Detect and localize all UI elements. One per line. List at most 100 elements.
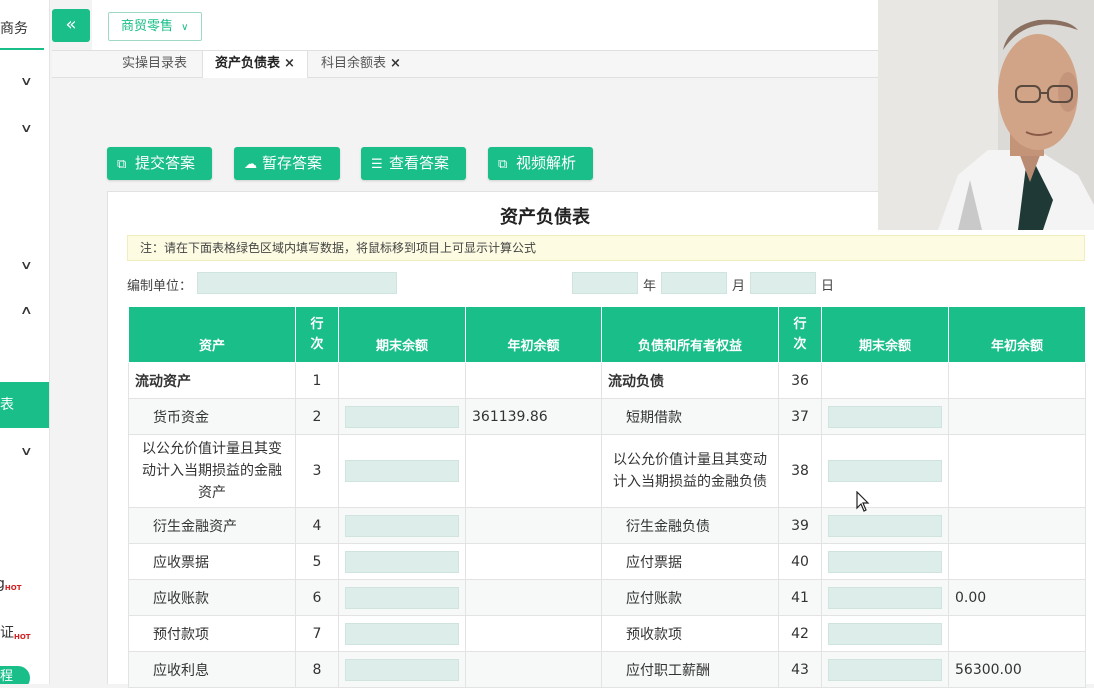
- collapse-sidebar-button[interactable]: «: [52, 9, 90, 42]
- liability-item: 应付账款: [601, 579, 779, 616]
- liability-item: 预收款项: [601, 615, 779, 652]
- table-row: 货币资金 2 361139.86 短期借款 37: [128, 398, 1086, 435]
- asset-item: 预付款项: [128, 615, 296, 652]
- asset-end-balance: [338, 434, 466, 508]
- year-input[interactable]: [572, 272, 638, 294]
- save-draft-button[interactable]: ☁ 暂存答案: [234, 147, 340, 180]
- asset-begin-balance: [465, 651, 602, 688]
- row-number: 39: [778, 507, 822, 544]
- asset-end-balance-input[interactable]: [345, 550, 459, 573]
- tab-account-balance[interactable]: 科目余额表 ×: [309, 51, 413, 78]
- store-type-select[interactable]: 商贸零售 ∨: [108, 12, 202, 41]
- liability-end-balance-input[interactable]: [828, 514, 942, 537]
- liability-end-balance: [821, 543, 949, 580]
- chevron-down-icon[interactable]: ∨: [20, 258, 33, 272]
- double-chevron-left-icon: «: [65, 14, 77, 35]
- asset-begin-balance: [465, 579, 602, 616]
- table-row: 衍生金融资产 4 衍生金融负债 39: [128, 507, 1086, 544]
- liability-end-balance-input[interactable]: [828, 622, 942, 645]
- liability-item: 衍生金融负债: [601, 507, 779, 544]
- asset-begin-balance: [465, 543, 602, 580]
- close-icon[interactable]: ×: [284, 56, 295, 71]
- row-number: 40: [778, 543, 822, 580]
- liability-end-balance-input[interactable]: [828, 658, 942, 681]
- tab-balance-sheet[interactable]: 资产负债表 ×: [202, 51, 308, 78]
- tab-label: 科目余额表: [321, 56, 387, 71]
- presenter-video-image: [878, 0, 1094, 230]
- sidebar-bottom-pill[interactable]: 程: [0, 666, 30, 684]
- row-number: 43: [778, 651, 822, 688]
- sidebar-brand: 商务: [0, 21, 28, 37]
- asset-end-balance: [338, 398, 466, 435]
- sidebar-brand-underline: [0, 48, 44, 50]
- chevron-down-icon: ∨: [181, 22, 189, 33]
- liability-begin-balance: [948, 543, 1086, 580]
- topbar: [92, 0, 878, 50]
- asset-end-balance: [338, 579, 466, 616]
- close-icon[interactable]: ×: [390, 56, 401, 71]
- sidebar-item-active[interactable]: 表: [0, 382, 49, 428]
- prepared-by-input[interactable]: [197, 272, 397, 294]
- sidebar-item-label: 证: [0, 625, 14, 641]
- sidebar-item-hot[interactable]: 证HOT: [0, 622, 31, 642]
- hot-badge-icon: HOT: [4, 584, 22, 592]
- table-row: 以公允价值计量且其变动计入当期损益的金融资产 3 以公允价值计量且其变动计入当期…: [128, 434, 1086, 508]
- chevron-down-icon[interactable]: ∨: [20, 444, 33, 458]
- column-header: 资产: [128, 306, 296, 363]
- asset-begin-balance: [465, 615, 602, 652]
- tab-practice-catalog[interactable]: 实操目录表: [110, 51, 199, 78]
- asset-end-balance: [338, 651, 466, 688]
- liability-item: 应付票据: [601, 543, 779, 580]
- year-label: 年: [643, 279, 657, 294]
- day-input[interactable]: [750, 272, 816, 294]
- liability-end-balance: [821, 651, 949, 688]
- presenter-webcam-overlay: [878, 0, 1094, 230]
- asset-end-balance-input[interactable]: [345, 405, 459, 428]
- table-row: 预付款项 7 预收款项 42: [128, 615, 1086, 652]
- asset-item: 以公允价值计量且其变动计入当期损益的金融资产: [128, 434, 296, 508]
- asset-end-balance-input[interactable]: [345, 586, 459, 609]
- chevron-down-icon[interactable]: ∨: [20, 121, 33, 135]
- chevron-down-icon[interactable]: ∨: [20, 74, 33, 88]
- liability-end-balance-input[interactable]: [828, 405, 942, 428]
- sidebar-item-hot[interactable]: gHOT: [0, 576, 21, 592]
- row-number: 2: [295, 398, 339, 435]
- submit-answer-button[interactable]: ⧉ 提交答案: [107, 147, 212, 180]
- row-number: 38: [778, 434, 822, 508]
- button-label: 提交答案: [135, 154, 196, 172]
- asset-end-balance: [338, 507, 466, 544]
- view-answer-button[interactable]: ☰ 查看答案: [361, 147, 466, 180]
- asset-end-balance-input[interactable]: [345, 514, 459, 537]
- asset-item: 应收账款: [128, 579, 296, 616]
- chevron-up-icon[interactable]: ∧: [20, 303, 33, 317]
- column-header: 行次: [295, 306, 339, 363]
- liability-item: 应付职工薪酬: [601, 651, 779, 688]
- row-number: 4: [295, 507, 339, 544]
- month-input[interactable]: [661, 272, 727, 294]
- asset-end-balance-input[interactable]: [345, 460, 459, 482]
- liability-end-balance-input[interactable]: [828, 550, 942, 573]
- balance-sheet-table: 资产 行次 期末余额 年初余额 负债和所有者权益 行次 期末余额 年初余额 流动…: [128, 306, 1086, 688]
- tab-label: 实操目录表: [122, 56, 188, 71]
- asset-end-balance-input[interactable]: [345, 658, 459, 681]
- liability-item: 以公允价值计量且其变动计入当期损益的金融负债: [601, 434, 779, 508]
- column-header-text: 行次: [310, 316, 324, 352]
- tab-label: 资产负债表: [215, 56, 281, 71]
- asset-item: 衍生金融资产: [128, 507, 296, 544]
- liability-section: 流动负债: [601, 362, 779, 399]
- liability-begin-balance: [948, 398, 1086, 435]
- asset-begin-balance: [465, 362, 602, 399]
- video-analysis-button[interactable]: ⧉ 视频解析: [488, 147, 593, 180]
- asset-end-balance-input[interactable]: [345, 622, 459, 645]
- button-label: 视频解析: [516, 154, 577, 172]
- liability-end-balance: [821, 434, 949, 508]
- sidebar: 商务 ∨ ∨ ∨ ∧ 表 ∨ gHOT 证HOT 程: [0, 0, 50, 684]
- row-number: 42: [778, 615, 822, 652]
- liability-end-balance-input[interactable]: [828, 586, 942, 609]
- database-icon: ☰: [371, 157, 383, 172]
- liability-end-balance-input[interactable]: [828, 460, 942, 482]
- liability-end-balance: [821, 362, 949, 399]
- row-number: 41: [778, 579, 822, 616]
- asset-end-balance: [338, 615, 466, 652]
- row-number: 1: [295, 362, 339, 399]
